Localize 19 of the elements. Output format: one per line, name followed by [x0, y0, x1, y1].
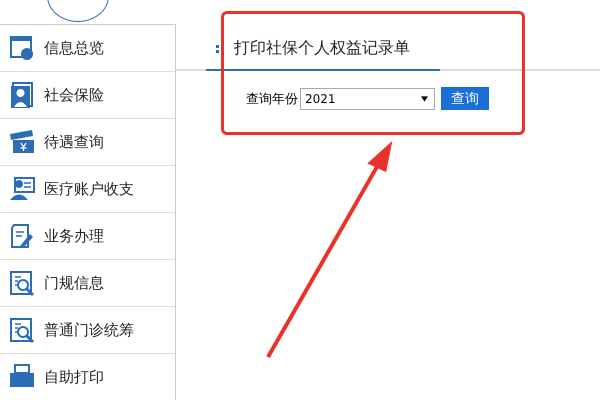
year-label: 查询年份: [246, 90, 298, 108]
person-card-icon: [8, 81, 36, 109]
sidebar-item[interactable]: 业务办理: [0, 213, 175, 260]
sidebar-item[interactable]: 自助打印: [0, 354, 175, 400]
document-pen-icon: [8, 222, 36, 250]
sidebar-item[interactable]: 待遇查询: [0, 119, 175, 166]
caret-icon: [421, 96, 428, 102]
person-screen-icon: [8, 175, 36, 203]
sidebar-item[interactable]: 普通门诊统筹: [0, 307, 175, 354]
card-yen-icon: [8, 128, 36, 156]
sidebar-item[interactable]: 社会保险: [0, 72, 175, 119]
tab-title[interactable]: 打印社保个人权益记录单: [206, 32, 440, 71]
sidebar-item[interactable]: 医疗账户收支: [0, 166, 175, 213]
document-magnifier-icon: [8, 269, 36, 297]
document-magnifier-icon: [8, 316, 36, 344]
year-dropdown[interactable]: 2021: [300, 88, 435, 110]
query-button[interactable]: 查询: [441, 87, 489, 110]
sidebar-item[interactable]: 门规信息: [0, 260, 175, 307]
sidebar-item[interactable]: 信息总览: [0, 25, 175, 72]
